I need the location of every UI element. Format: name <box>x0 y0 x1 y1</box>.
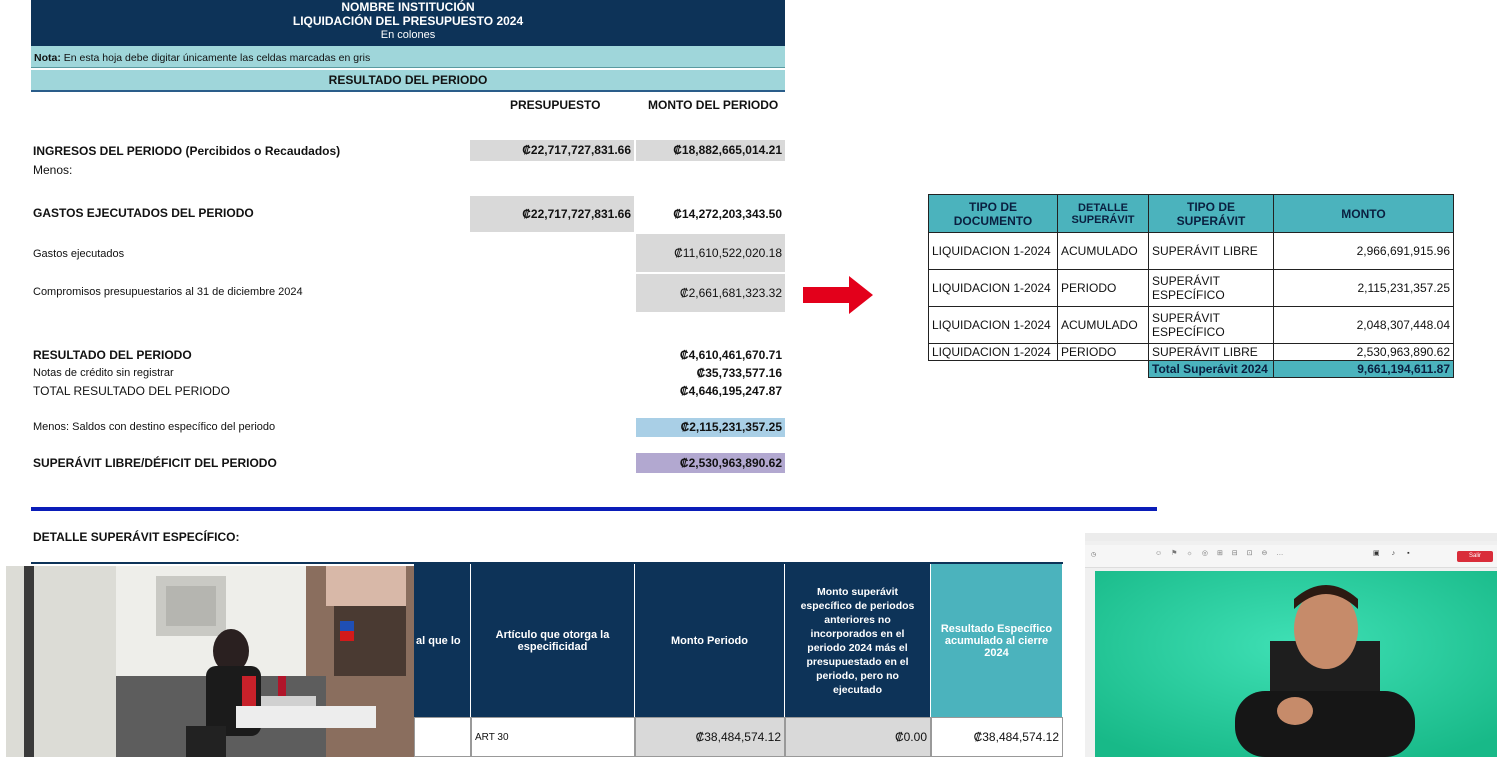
less-label: Menos: <box>33 163 73 177</box>
summary-cell: LIQUIDACION 1-2024 <box>928 232 1058 270</box>
result-label: RESULTADO DEL PERIODO <box>33 348 192 362</box>
summary-cell: ACUMULADO <box>1057 232 1149 270</box>
institution-name: NOMBRE INSTITUCIÓN <box>341 0 475 14</box>
leave-button[interactable]: Salir <box>1457 551 1493 562</box>
summary-total-value: 9,661,194,611.87 <box>1273 360 1454 378</box>
detail-title: DETALLE SUPERÁVIT ESPECÍFICO: <box>33 530 240 544</box>
report-title: LIQUIDACIÓN DEL PRESUPUESTO 2024 <box>292 14 524 28</box>
summary-amount-cell: 2,530,963,890.62 <box>1273 343 1454 361</box>
expenses-budget-cell[interactable]: ₡22,717,727,831.66 <box>470 196 634 232</box>
detail-header-result: Resultado Específico acumulado al cierre… <box>931 564 1063 717</box>
participant-video-room <box>6 566 414 757</box>
summary-cell: SUPERÁVIT LIBRE <box>1148 232 1274 270</box>
expenses-label: GASTOS EJECUTADOS DEL PERIODO <box>33 206 254 220</box>
period-amount-column-header: MONTO DEL PERIODO <box>648 98 779 112</box>
credit-notes-amount: ₡35,733,577.16 <box>696 366 782 380</box>
income-amount-cell[interactable]: ₡18,882,665,014.21 <box>636 140 785 161</box>
currency-label: En colones <box>380 29 436 41</box>
summary-cell: ACUMULADO <box>1057 306 1149 344</box>
summary-amount-cell: 2,966,691,915.96 <box>1273 232 1454 270</box>
summary-header-amount: MONTO <box>1273 194 1454 233</box>
summary-cell: PERIODO <box>1057 343 1149 361</box>
detail-cell-article: ART 30 <box>471 717 635 757</box>
note-bar: Nota: En esta hoja debe digitar únicamen… <box>31 46 785 68</box>
media-controls-icon[interactable]: ▣♪▪ <box>1373 549 1422 557</box>
budget-column-header: PRESUPUESTO <box>510 98 601 112</box>
note-prefix: Nota: <box>34 52 61 64</box>
timer-icon: ◷ <box>1091 552 1097 558</box>
executed-amount-cell[interactable]: ₡11,610,522,020.18 <box>636 234 785 272</box>
detail-header-period-amount: Monto Periodo <box>635 564 785 717</box>
table-row: LIQUIDACION 1-2024 ACUMULADO SUPERÁVIT L… <box>928 232 1454 270</box>
total-result-amount: ₡4,646,195,247.87 <box>679 384 782 398</box>
detail-cell-period-amount[interactable]: ₡38,484,574.12 <box>635 717 785 757</box>
result-amount: ₡4,610,461,670.71 <box>679 348 782 362</box>
summary-amount-cell: 2,048,307,448.04 <box>1273 306 1454 344</box>
summary-cell: PERIODO <box>1057 269 1149 307</box>
income-budget-cell[interactable]: ₡22,717,727,831.66 <box>470 140 634 161</box>
credit-notes-label: Notas de crédito sin registrar <box>33 367 174 379</box>
surplus-label: SUPERÁVIT LIBRE/DÉFICIT DEL PERIODO <box>33 456 277 470</box>
total-result-label: TOTAL RESULTADO DEL PERIODO <box>33 384 230 398</box>
summary-header-surplus-type: TIPO DE SUPERÁVIT <box>1148 194 1274 233</box>
commitments-amount-cell[interactable]: ₡2,661,681,323.32 <box>636 274 785 312</box>
interpreter-video-window: ◷ ☺⚑☼◎⊞⊟⊡⊖… ▣♪▪ Salir <box>1085 533 1497 757</box>
summary-cell: LIQUIDACION 1-2024 <box>928 269 1058 307</box>
specific-balances-amount: ₡2,115,231,357.25 <box>636 418 785 437</box>
note-text: En esta hoja debe digitar únicamente las… <box>60 52 371 64</box>
detail-cell-result: ₡38,484,574.12 <box>931 717 1063 757</box>
summary-cell: LIQUIDACION 1-2024 <box>928 306 1058 344</box>
detail-cell-partial <box>414 717 471 757</box>
red-arrow-icon <box>803 276 873 314</box>
interpreter-video-image <box>1095 571 1497 757</box>
specific-balances-label: Menos: Saldos con destino específico del… <box>33 421 276 433</box>
meeting-toolbar: ◷ ☺⚑☼◎⊞⊟⊡⊖… ▣♪▪ Salir <box>1085 545 1497 568</box>
summary-cell: LIQUIDACION 1-2024 <box>928 343 1058 361</box>
expenses-amount-cell: ₡14,272,203,343.50 <box>673 207 782 221</box>
detail-header-prior-amount: Monto superávit específico de periodos a… <box>785 564 931 717</box>
commitments-label: Compromisos presupuestarios al 31 de dic… <box>33 286 303 298</box>
report-header: NOMBRE INSTITUCIÓN LIQUIDACIÓN DEL PRESU… <box>31 0 785 46</box>
summary-total-row: Total Superávit 2024 9,661,194,611.87 <box>929 360 1454 378</box>
window-titlebar <box>1085 533 1497 541</box>
summary-cell: SUPERÁVIT ESPECÍFICO <box>1148 269 1274 307</box>
section-divider <box>31 507 1157 511</box>
detail-header-article: Artículo que otorga la especificidad <box>471 564 635 717</box>
detail-cell-prior-amount[interactable]: ₡0.00 <box>785 717 931 757</box>
table-row: LIQUIDACION 1-2024 PERIODO SUPERÁVIT ESP… <box>928 269 1454 307</box>
summary-cell: SUPERÁVIT LIBRE <box>1148 343 1274 361</box>
room-scene-image <box>6 566 414 757</box>
summary-cell: SUPERÁVIT ESPECÍFICO <box>1148 306 1274 344</box>
table-row: LIQUIDACION 1-2024 ACUMULADO SUPERÁVIT E… <box>928 306 1454 344</box>
summary-header-doc-type: TIPO DE DOCUMENTO <box>928 194 1058 233</box>
summary-header-detail: DETALLE SUPERÁVIT <box>1057 194 1149 233</box>
executed-label: Gastos ejecutados <box>33 248 125 260</box>
surplus-amount: ₡2,530,963,890.62 <box>636 453 785 473</box>
surplus-summary-table: TIPO DE DOCUMENTO DETALLE SUPERÁVIT TIPO… <box>928 194 1454 378</box>
toolbar-icons[interactable]: ☺⚑☼◎⊞⊟⊡⊖… <box>1155 549 1292 557</box>
summary-header-row: TIPO DE DOCUMENTO DETALLE SUPERÁVIT TIPO… <box>928 194 1454 233</box>
table-row: LIQUIDACION 1-2024 PERIODO SUPERÁVIT LIB… <box>928 343 1454 361</box>
summary-amount-cell: 2,115,231,357.25 <box>1273 269 1454 307</box>
income-label: INGRESOS DEL PERIODO (Percibidos o Recau… <box>33 144 341 158</box>
summary-total-label: Total Superávit 2024 <box>1148 360 1274 378</box>
detail-header-partial: al que lo <box>414 564 471 717</box>
section-title: RESULTADO DEL PERIODO <box>31 70 785 92</box>
